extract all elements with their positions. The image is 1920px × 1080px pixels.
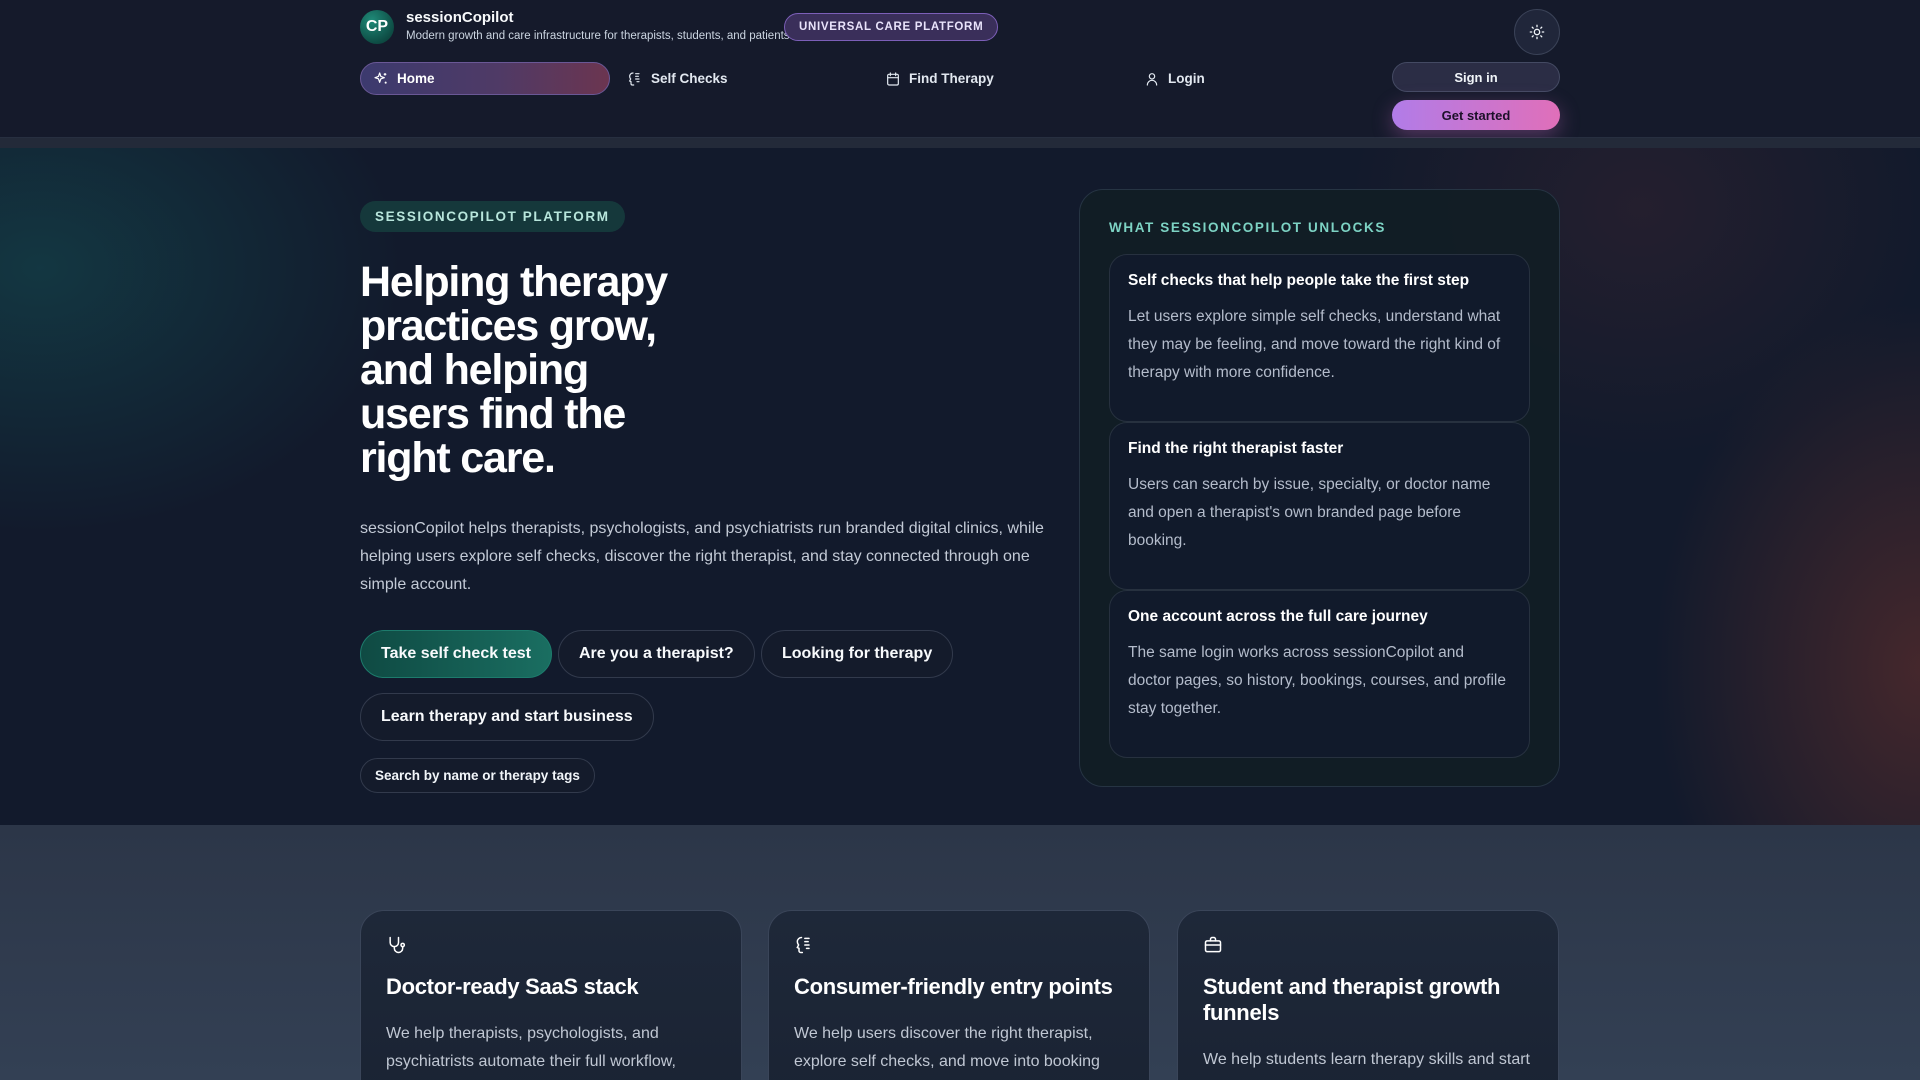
feature-card-doctor: Doctor-ready SaaS stack We help therapis… bbox=[360, 910, 742, 1080]
learn-therapy-button[interactable]: Learn therapy and start business bbox=[360, 693, 654, 741]
nav-self-checks[interactable]: Self Checks bbox=[627, 62, 728, 95]
are-you-therapist-button[interactable]: Are you a therapist? bbox=[558, 630, 755, 678]
get-started-button[interactable]: Get started bbox=[1392, 100, 1560, 130]
unlock-card-body: The same login works across sessionCopil… bbox=[1128, 644, 1506, 717]
unlock-card: Find the right therapist faster Users ca… bbox=[1109, 422, 1530, 590]
sign-in-button[interactable]: Sign in bbox=[1392, 62, 1560, 92]
hero-section bbox=[0, 148, 1920, 825]
brand-name: sessionCopilot bbox=[406, 9, 514, 26]
unlock-card: Self checks that help people take the fi… bbox=[1109, 254, 1530, 422]
user-icon bbox=[1146, 72, 1158, 86]
unlock-card-title: Find the right therapist faster bbox=[1128, 440, 1344, 457]
unlocks-panel: WHAT SESSIONCOPILOT UNLOCKS Self checks … bbox=[1079, 189, 1560, 787]
feature-title: Doctor-ready SaaS stack bbox=[386, 974, 639, 999]
brain-icon bbox=[628, 71, 640, 86]
feature-body: We help users discover the right therapi… bbox=[794, 1025, 1100, 1070]
sparkles-icon bbox=[374, 71, 387, 84]
feature-title: Student and therapist growth funnels bbox=[1203, 974, 1501, 1025]
nav-login[interactable]: Login bbox=[1144, 62, 1205, 95]
search-therapists-chip[interactable]: Search by name or therapy tags bbox=[360, 758, 595, 793]
looking-for-therapy-button[interactable]: Looking for therapy bbox=[761, 630, 954, 678]
brain-icon bbox=[796, 936, 810, 954]
sun-icon bbox=[1529, 24, 1545, 40]
unlock-card: One account across the full care journey… bbox=[1109, 590, 1530, 758]
unlock-card-body: Users can search by issue, specialty, or… bbox=[1128, 476, 1491, 549]
nav-home[interactable]: Home bbox=[360, 62, 610, 95]
nav-login-label: Login bbox=[1168, 71, 1205, 86]
nav-find-therapy[interactable]: Find Therapy bbox=[885, 62, 994, 95]
unlock-card-title: One account across the full care journey bbox=[1128, 608, 1428, 625]
nav-self-checks-label: Self Checks bbox=[651, 71, 728, 86]
stethoscope-icon bbox=[389, 936, 406, 954]
brand-tagline: Modern growth and care infrastructure fo… bbox=[406, 30, 790, 42]
logo: CP bbox=[360, 9, 394, 44]
theme-toggle-button[interactable] bbox=[1514, 9, 1560, 55]
feature-body: We help students learn therapy skills an… bbox=[1203, 1051, 1530, 1068]
unlock-card-body: Let users explore simple self checks, un… bbox=[1128, 308, 1501, 381]
nav-home-label: Home bbox=[397, 71, 435, 86]
unlock-card-title: Self checks that help people take the fi… bbox=[1128, 272, 1470, 289]
feature-body: We help therapists, psychologists, and p… bbox=[386, 1025, 676, 1070]
feature-card-student: Student and therapist growth funnels We … bbox=[1177, 910, 1559, 1080]
hero-eyebrow: SESSIONCOPILOT PLATFORM bbox=[360, 201, 625, 232]
platform-badge: UNIVERSAL CARE PLATFORM bbox=[784, 13, 999, 41]
brand[interactable]: CP sessionCopilot Modern growth and care… bbox=[360, 9, 790, 44]
feature-card-consumer: Consumer-friendly entry points We help u… bbox=[768, 910, 1150, 1080]
hero-title: Helping therapy practices grow, and help… bbox=[360, 258, 668, 482]
take-self-check-button[interactable]: Take self check test bbox=[360, 630, 553, 678]
feature-title: Consumer-friendly entry points bbox=[794, 974, 1113, 999]
header-divider bbox=[0, 138, 1920, 148]
site-header: CP sessionCopilot Modern growth and care… bbox=[0, 0, 1920, 138]
unlocks-title: WHAT SESSIONCOPILOT UNLOCKS bbox=[1109, 220, 1386, 235]
briefcase-icon bbox=[1204, 936, 1222, 953]
hero-description: sessionCopilot helps therapists, psychol… bbox=[360, 520, 1044, 593]
nav-find-therapy-label: Find Therapy bbox=[909, 71, 994, 86]
calendar-icon bbox=[887, 71, 899, 86]
